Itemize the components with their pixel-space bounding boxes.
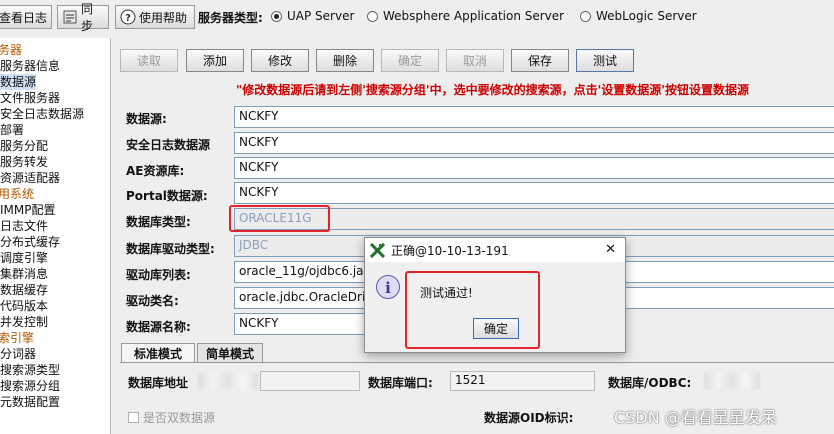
tree-item[interactable]: 搜索源类型: [0, 362, 60, 378]
driver-list-label: 驱动库列表:: [126, 268, 191, 282]
close-icon[interactable]: ✕: [605, 242, 616, 257]
tree-item-selected[interactable]: 数据源: [0, 74, 37, 90]
radio-uap-server[interactable]: UAP Server: [271, 9, 354, 23]
dialog-title: 正确@10-10-13-191: [391, 243, 509, 258]
ae-field[interactable]: NCKFY: [234, 157, 834, 179]
help-button[interactable]: ? 使用帮助: [115, 5, 195, 29]
dialog-titlebar: 正确@10-10-13-191 ✕: [365, 238, 625, 262]
help-label: 使用帮助: [139, 10, 188, 25]
tree-item[interactable]: 服务转发: [0, 154, 48, 170]
tree-item[interactable]: IMMP配置: [0, 202, 55, 218]
driver-class-label: 驱动类名:: [126, 294, 179, 308]
tree-item[interactable]: 搜索源分组: [0, 378, 60, 394]
watermark: CSDN @看看星星发呆: [614, 408, 777, 427]
radio-label: WebLogic Server: [596, 9, 697, 23]
info-icon: i: [375, 274, 401, 300]
test-button[interactable]: 测试: [576, 49, 634, 72]
tree-item[interactable]: 数据缓存: [0, 282, 48, 298]
tree-item[interactable]: 代码版本: [0, 298, 48, 314]
app-logo-icon: [369, 242, 386, 258]
delete-button[interactable]: 删除: [316, 49, 374, 72]
tree-item[interactable]: 资源适配器: [0, 170, 60, 186]
radio-indicator-on: [271, 10, 282, 22]
radio-indicator-off: [580, 10, 591, 22]
tree-item[interactable]: 日志文件: [0, 218, 48, 234]
security-log-field[interactable]: NCKFY: [234, 132, 834, 154]
db-address-label: 数据库地址: [128, 376, 189, 390]
datasource-label: 数据源:: [126, 112, 167, 126]
tree-item[interactable]: 调度引擎: [0, 250, 48, 266]
radio-label: Websphere Application Server: [383, 9, 565, 23]
sync-icon: [62, 9, 78, 25]
help-icon: ?: [120, 9, 136, 25]
tree-item[interactable]: 并发控制: [0, 314, 48, 330]
dbtype-highlight: [229, 205, 330, 232]
portal-label: Portal数据源:: [126, 189, 208, 203]
db-address-field[interactable]: [260, 371, 360, 391]
ds-name-field[interactable]: NCKFY: [234, 313, 374, 335]
dbtype-label: 数据库类型:: [126, 215, 191, 229]
tab-panel: 数据库地址 数据库端口: 1521 数据库/ODBC:: [120, 362, 834, 401]
dual-ds-label: 是否双数据源: [143, 411, 216, 425]
add-button[interactable]: 添加: [186, 49, 244, 72]
sync-label: 同步: [81, 2, 94, 33]
security-log-label: 安全日志数据源: [126, 138, 211, 152]
radio-weblogic[interactable]: WebLogic Server: [580, 9, 697, 23]
driver-type-label: 数据库驱动类型:: [126, 242, 215, 256]
odbc-redacted: [704, 373, 760, 389]
db-address-redacted: [198, 373, 258, 389]
notice-text: "修改数据源后请到左侧'搜索源分组'中，选中要修改的搜索源，点击'设置数据源'按…: [236, 83, 749, 97]
view-log-button[interactable]: 查看日志: [0, 5, 52, 29]
save-button[interactable]: 保存: [511, 49, 569, 72]
read-button[interactable]: 读取: [120, 49, 178, 72]
dialog-highlight: [405, 271, 540, 349]
radio-indicator-off: [367, 10, 378, 22]
svg-text:?: ?: [125, 13, 131, 24]
portal-field[interactable]: NCKFY: [234, 182, 834, 204]
db-port-field[interactable]: 1521: [450, 371, 595, 391]
server-type-label: 服务器类型:: [198, 11, 263, 25]
tree-item[interactable]: 服务分配: [0, 138, 48, 154]
ds-name-label: 数据源名称:: [126, 320, 191, 334]
tree-item[interactable]: 文件服务器: [0, 90, 60, 106]
radio-websphere[interactable]: Websphere Application Server: [367, 9, 564, 23]
tree-item[interactable]: 务器: [0, 42, 22, 58]
radio-label: UAP Server: [287, 9, 355, 23]
tab-standard[interactable]: 标准模式: [121, 343, 195, 363]
view-log-label: 查看日志: [0, 10, 48, 25]
tree-item[interactable]: 安全日志数据源: [0, 106, 84, 122]
tree-item[interactable]: 集群消息: [0, 266, 48, 282]
modify-button[interactable]: 修改: [251, 49, 309, 72]
checkbox-box: [128, 412, 139, 423]
datasource-field[interactable]: NCKFY: [234, 106, 834, 128]
tree-item[interactable]: 分词器: [0, 346, 36, 362]
tree-item[interactable]: 索引擎: [0, 330, 34, 346]
ae-label: AE资源库:: [126, 164, 185, 178]
db-port-label: 数据库端口:: [368, 376, 433, 390]
tree-item[interactable]: 服务器信息: [0, 58, 60, 74]
tree-item[interactable]: 用系统: [0, 186, 34, 202]
svg-text:i: i: [385, 279, 391, 297]
tree-item[interactable]: 元数据配置: [0, 394, 60, 410]
oid-label: 数据源OID标识:: [484, 411, 574, 425]
cancel-button[interactable]: 取消: [446, 49, 504, 72]
sync-button[interactable]: 同步: [57, 2, 109, 33]
tree-item[interactable]: 分布式缓存: [0, 234, 60, 250]
tab-simple[interactable]: 简单模式: [197, 343, 263, 363]
odbc-label: 数据库/ODBC:: [608, 376, 692, 390]
navigation-tree: 务器 服务器信息 数据源 文件服务器 安全日志数据源 部署 服务分配 服务转发 …: [0, 38, 111, 434]
tree-item[interactable]: 部署: [0, 122, 24, 138]
dual-ds-checkbox[interactable]: 是否双数据源: [128, 409, 215, 426]
confirm-button[interactable]: 确定: [381, 49, 439, 72]
